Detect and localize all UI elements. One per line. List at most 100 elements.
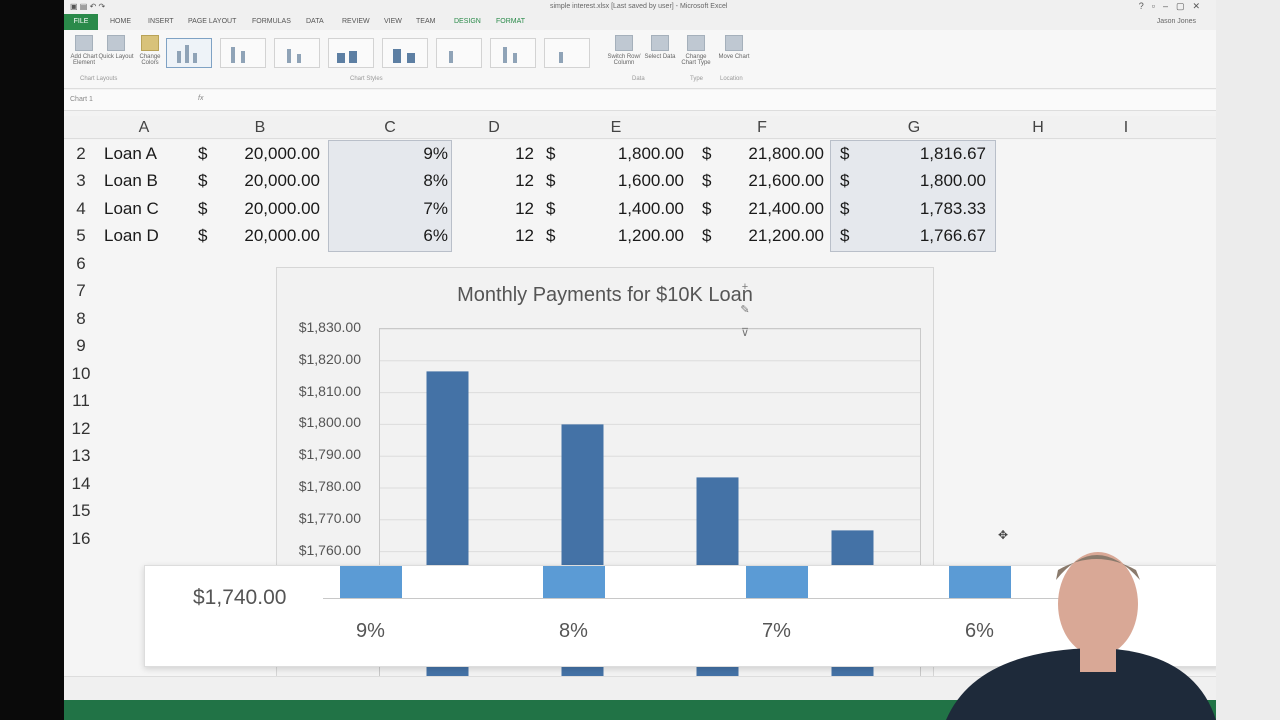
- cell-e2[interactable]: 1,800.00: [584, 144, 684, 164]
- chart-style-3[interactable]: [274, 38, 320, 68]
- quick-layout-button[interactable]: Quick Layout: [98, 35, 134, 81]
- move-chart-button[interactable]: Move Chart: [716, 35, 752, 81]
- row-number[interactable]: 13: [66, 446, 96, 466]
- chart-style-6[interactable]: [436, 38, 482, 68]
- quick-access-toolbar[interactable]: ▣ ▤ ↶ ↷: [70, 2, 105, 11]
- tab-data[interactable]: DATA: [306, 18, 324, 25]
- row-number[interactable]: 6: [66, 254, 96, 274]
- cell-e3[interactable]: 1,600.00: [584, 171, 684, 191]
- group-type: Type: [690, 76, 704, 82]
- column-header-e[interactable]: E: [600, 119, 632, 137]
- cell-b2[interactable]: 20,000.00: [224, 144, 320, 164]
- tab-page-layout[interactable]: PAGE LAYOUT: [188, 18, 236, 25]
- user-name[interactable]: Jason Jones: [1157, 18, 1196, 25]
- cell-d4[interactable]: 12: [484, 199, 534, 219]
- cell-b3[interactable]: 20,000.00: [224, 171, 320, 191]
- column-header-i[interactable]: I: [1110, 119, 1142, 137]
- cell-b4[interactable]: 20,000.00: [224, 199, 320, 219]
- change-colors-button[interactable]: Change Colors: [132, 35, 168, 81]
- row-number[interactable]: 9: [66, 336, 96, 356]
- chart-style-1[interactable]: [166, 38, 212, 68]
- tab-home[interactable]: HOME: [110, 18, 131, 25]
- name-box[interactable]: Chart 1: [70, 96, 93, 103]
- cell-a3[interactable]: Loan B: [104, 171, 158, 191]
- chart-style-4[interactable]: [328, 38, 374, 68]
- tab-design[interactable]: DESIGN: [454, 18, 481, 25]
- tab-insert[interactable]: INSERT: [148, 18, 174, 25]
- change-chart-type-button[interactable]: Change Chart Type: [678, 35, 714, 81]
- cell-d5[interactable]: 12: [484, 226, 534, 246]
- cell-e5[interactable]: 1,200.00: [584, 226, 684, 246]
- chart-elements-icon[interactable]: +: [738, 280, 752, 294]
- chart-style-5[interactable]: [382, 38, 428, 68]
- cell-c5[interactable]: 6%: [354, 226, 448, 246]
- y-tick-label: $1,780.00: [298, 478, 361, 494]
- row-number[interactable]: 15: [66, 501, 96, 521]
- row-number[interactable]: 7: [66, 281, 96, 301]
- zoom-bar-7%: [745, 566, 808, 598]
- tab-view[interactable]: VIEW: [384, 18, 402, 25]
- cell-e4[interactable]: 1,400.00: [584, 199, 684, 219]
- cell-d3[interactable]: 12: [484, 171, 534, 191]
- row-number[interactable]: 16: [66, 529, 96, 549]
- cell-g5[interactable]: 1,766.67: [884, 226, 986, 246]
- cell-f2[interactable]: 21,800.00: [724, 144, 824, 164]
- chart-filters-icon[interactable]: ⊽: [738, 326, 752, 340]
- cell-b3-symbol: $: [198, 171, 208, 190]
- tab-formulas[interactable]: FORMULAS: [252, 18, 291, 25]
- style-bar: [297, 54, 301, 63]
- cell-c4[interactable]: 7%: [354, 199, 448, 219]
- column-header-a[interactable]: A: [128, 119, 160, 137]
- chart-style-2[interactable]: [220, 38, 266, 68]
- cell-g2[interactable]: 1,816.67: [884, 144, 986, 164]
- window-controls[interactable]: ?▫–▢✕: [1139, 1, 1208, 12]
- tab-file[interactable]: FILE: [64, 14, 98, 30]
- cell-f5[interactable]: 21,200.00: [724, 226, 824, 246]
- row-number[interactable]: 2: [66, 144, 96, 164]
- row-number[interactable]: 4: [66, 199, 96, 219]
- add-chart-element-button[interactable]: Add Chart Element: [66, 35, 102, 81]
- row-number[interactable]: 11: [66, 391, 96, 411]
- column-header-d[interactable]: D: [478, 119, 510, 137]
- right-border: [1216, 0, 1280, 720]
- fx-icon[interactable]: fx: [198, 95, 203, 102]
- row-number[interactable]: 3: [66, 171, 96, 191]
- cell-d2[interactable]: 12: [484, 144, 534, 164]
- cell-a5[interactable]: Loan D: [104, 226, 159, 246]
- column-header-c[interactable]: C: [374, 119, 406, 137]
- cell-f4[interactable]: 21,400.00: [724, 199, 824, 219]
- cell-a4[interactable]: Loan C: [104, 199, 159, 219]
- switch-row-column-button[interactable]: Switch Row/ Column: [606, 35, 642, 81]
- style-bar: [241, 51, 245, 63]
- cell-c3[interactable]: 8%: [354, 171, 448, 191]
- select-data-button[interactable]: Select Data: [642, 35, 678, 81]
- chart-style-7[interactable]: [490, 38, 536, 68]
- column-header-b[interactable]: B: [244, 119, 276, 137]
- row-number[interactable]: 5: [66, 226, 96, 246]
- cell-a2[interactable]: Loan A: [104, 144, 157, 164]
- cell-f3[interactable]: 21,600.00: [724, 171, 824, 191]
- row-number[interactable]: 12: [66, 419, 96, 439]
- style-bar: [559, 52, 563, 63]
- ribbon-tabs: FILE HOME INSERT PAGE LAYOUT FORMULAS DA…: [64, 14, 1216, 30]
- cell-b5[interactable]: 20,000.00: [224, 226, 320, 246]
- y-tick-label: $1,800.00: [298, 414, 361, 431]
- chart-title[interactable]: Monthly Payments for $10K Loan: [277, 284, 933, 307]
- row-number[interactable]: 10: [66, 364, 96, 384]
- tab-review[interactable]: REVIEW: [342, 18, 370, 25]
- row-number[interactable]: 14: [66, 474, 96, 494]
- y-tick-label: $1,770.00: [298, 509, 361, 526]
- chart-style-8[interactable]: [544, 38, 590, 68]
- chart-styles-icon[interactable]: ✎: [738, 303, 752, 317]
- tab-team[interactable]: TEAM: [416, 18, 435, 25]
- cell-g3[interactable]: 1,800.00: [884, 171, 986, 191]
- column-header-h[interactable]: H: [1022, 119, 1054, 137]
- cell-c2[interactable]: 9%: [354, 144, 448, 164]
- tab-format[interactable]: FORMAT: [496, 18, 525, 25]
- column-header-f[interactable]: F: [746, 119, 778, 137]
- quick-layout-label: Quick Layout: [98, 54, 134, 60]
- cell-g4[interactable]: 1,783.33: [884, 199, 986, 219]
- column-header-g[interactable]: G: [898, 119, 930, 137]
- row-number[interactable]: 8: [66, 309, 96, 329]
- cell-e4-symbol: $: [546, 199, 556, 218]
